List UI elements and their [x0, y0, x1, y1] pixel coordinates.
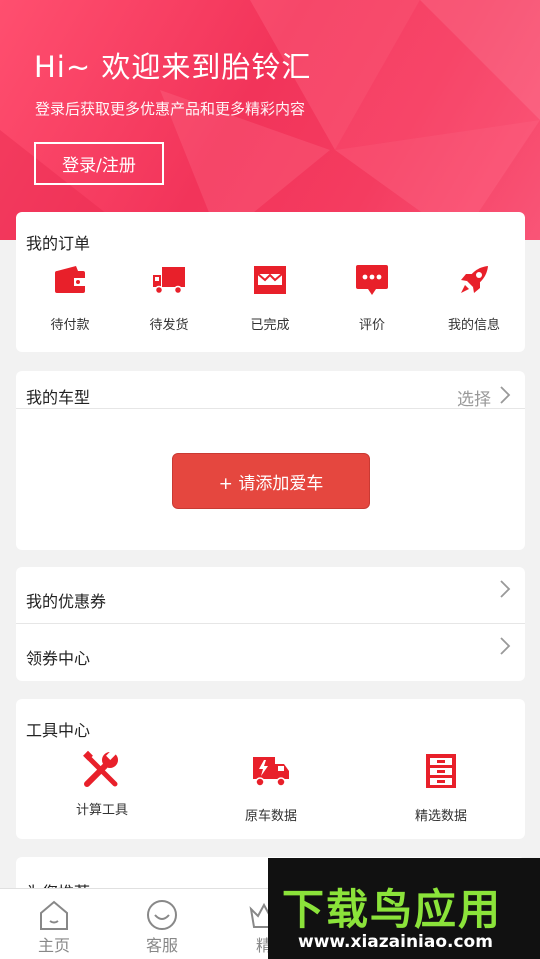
add-car-button[interactable]: + 请添加爱车: [172, 453, 370, 509]
chevron-right-icon: [499, 636, 511, 660]
rocket-icon: [434, 260, 514, 300]
box-icon: [230, 260, 310, 300]
watermark-url: www.xiazainiao.com: [298, 932, 493, 952]
cabinet-icon: [391, 751, 491, 791]
watermark-logo: 下载鸟应用 www.xiazainiao.com: [268, 858, 540, 959]
login-register-button[interactable]: 登录/注册: [34, 142, 164, 185]
order-completed[interactable]: 已完成: [230, 260, 310, 333]
select-car-link[interactable]: 选择: [457, 385, 511, 410]
car-title: 我的车型: [26, 388, 91, 407]
order-item-label: 待付款: [50, 318, 90, 333]
tool-label: 计算工具: [75, 803, 128, 818]
orders-title: 我的订单: [26, 234, 91, 253]
hero-banner: Hi~ 欢迎来到胎铃汇 登录后获取更多优惠产品和更多精彩内容 登录/注册: [0, 0, 540, 240]
tool-label: 原车数据: [244, 809, 297, 824]
my-coupons-row[interactable]: 我的优惠券: [16, 567, 525, 623]
orders-card: 我的订单 待付款 待发货 已完成 评价 我的信息: [16, 212, 525, 352]
watermark-main-text: 下载鸟应用: [282, 885, 503, 934]
wallet-icon: [30, 260, 110, 300]
welcome-title: Hi~ 欢迎来到胎铃汇: [34, 50, 312, 84]
coupon-card: 我的优惠券 领券中心: [16, 567, 525, 681]
order-pending-shipment[interactable]: 待发货: [129, 260, 209, 333]
tools-card: 工具中心 计算工具 原车数据 精选数据: [16, 699, 525, 839]
welcome-subtitle: 登录后获取更多优惠产品和更多精彩内容: [35, 100, 306, 118]
select-label: 选择: [457, 390, 491, 410]
order-pending-payment[interactable]: 待付款: [30, 260, 110, 333]
tool-label: 精选数据: [414, 809, 467, 824]
car-data-icon: [221, 751, 321, 791]
coupon-center-label: 领券中心: [26, 649, 91, 668]
home-icon: [14, 899, 94, 931]
coupon-center-row[interactable]: 领券中心: [16, 624, 525, 680]
divider: [16, 408, 525, 409]
service-icon: [122, 899, 202, 931]
truck-icon: [129, 260, 209, 300]
comment-icon: [332, 260, 412, 300]
tool-original-car-data[interactable]: 原车数据: [221, 751, 321, 824]
order-review[interactable]: 评价: [332, 260, 412, 333]
nav-home[interactable]: 主页: [14, 899, 94, 956]
nav-label: 主页: [37, 936, 70, 955]
nav-service[interactable]: 客服: [122, 899, 202, 956]
my-info[interactable]: 我的信息: [434, 260, 514, 333]
wrench-icon: [52, 749, 152, 789]
tool-selected-data[interactable]: 精选数据: [391, 751, 491, 824]
nav-label: 客服: [145, 936, 178, 955]
my-coupons-label: 我的优惠券: [26, 592, 107, 611]
order-item-label: 我的信息: [447, 318, 500, 333]
tools-title: 工具中心: [26, 721, 91, 740]
hero-pattern: [0, 0, 540, 240]
order-item-label: 已完成: [250, 318, 290, 333]
order-item-label: 评价: [358, 318, 385, 333]
chevron-right-icon: [499, 579, 511, 603]
order-item-label: 待发货: [149, 318, 189, 333]
tool-calculator[interactable]: 计算工具: [52, 749, 152, 818]
chevron-right-icon: [499, 385, 511, 410]
car-card: 我的车型 选择 + 请添加爱车: [16, 371, 525, 550]
